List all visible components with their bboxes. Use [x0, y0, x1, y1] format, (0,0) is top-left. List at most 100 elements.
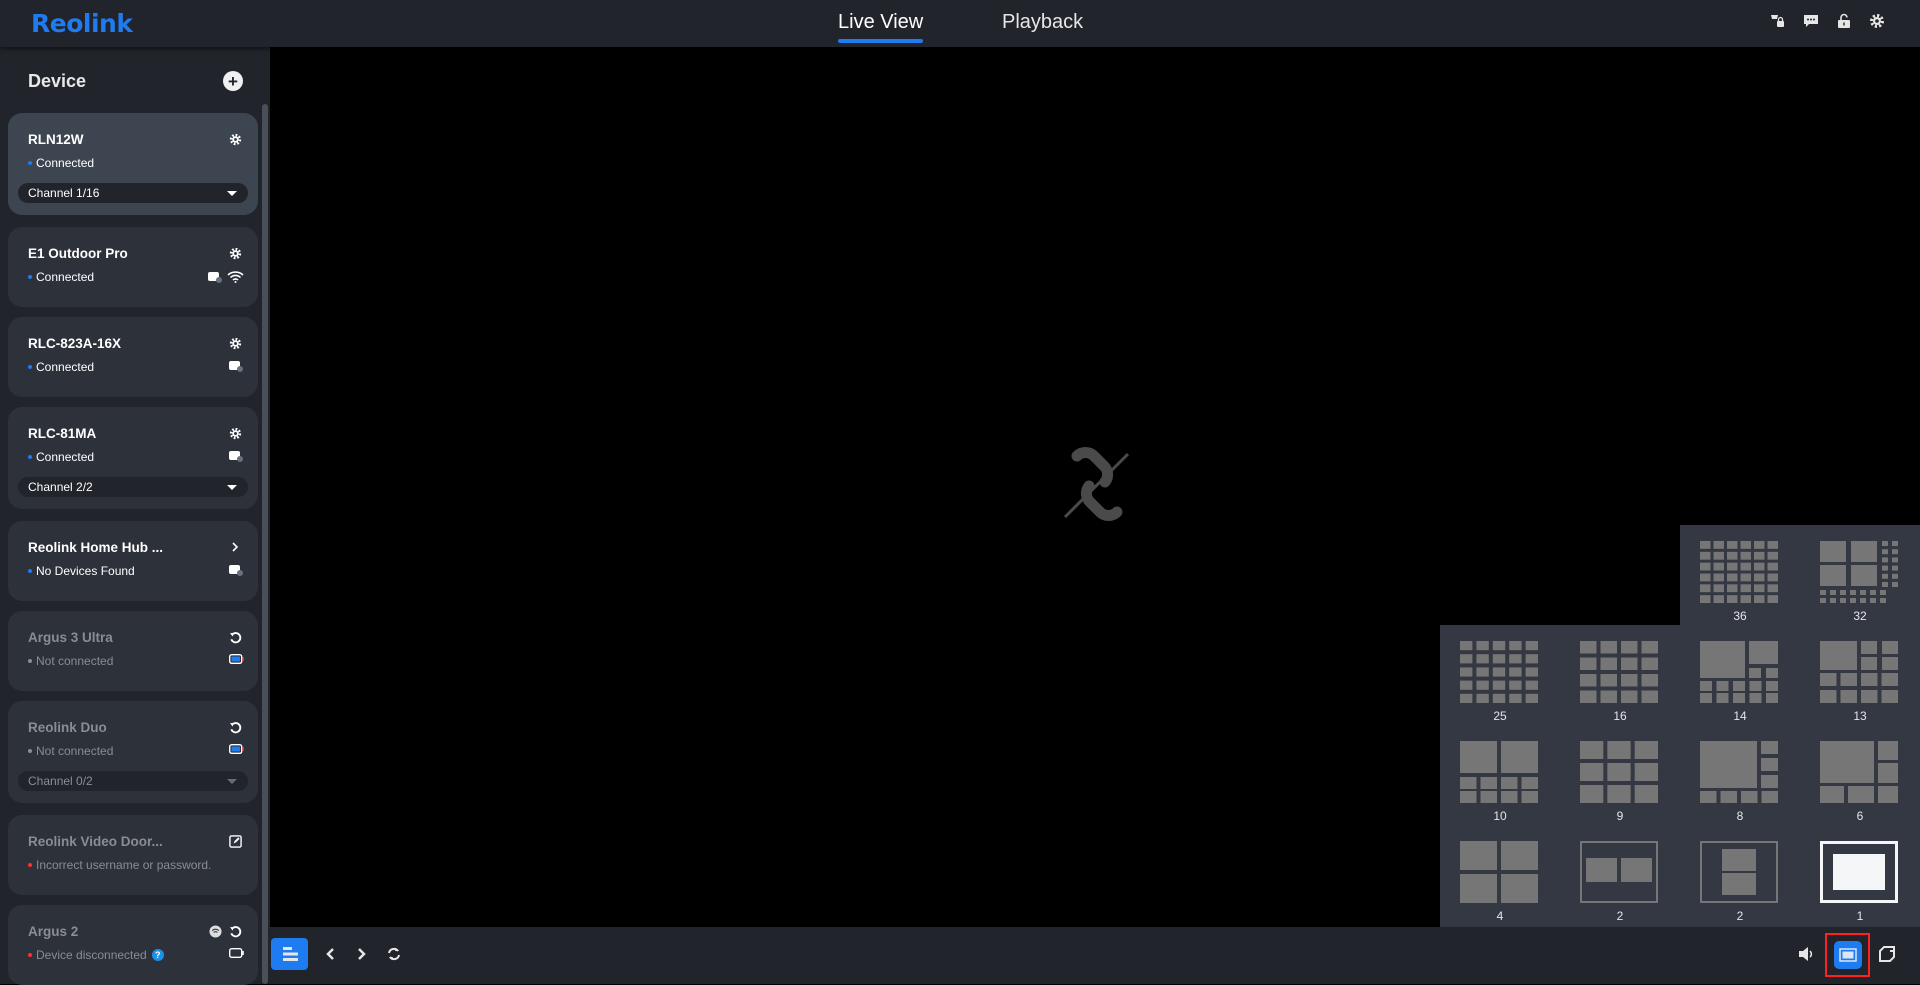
layout-option-label: 16: [1613, 709, 1627, 723]
help-icon[interactable]: ?: [151, 949, 164, 961]
settings-gear-icon[interactable]: [1868, 12, 1886, 30]
device-card-reolink-duo[interactable]: Reolink Duo Not connected Channel 0/2: [8, 701, 258, 803]
device-card-video-doorbell[interactable]: Reolink Video Door... Incorrect username…: [8, 815, 258, 895]
layout-grid-icon: [1820, 841, 1898, 903]
channel-select[interactable]: Channel 1/16: [18, 183, 248, 203]
device-status: Not connected: [28, 654, 113, 668]
layout-grid-icon: [1700, 641, 1778, 703]
next-icon[interactable]: [352, 944, 372, 964]
message-icon[interactable]: [1802, 12, 1820, 30]
rotate-icon[interactable]: [384, 944, 404, 964]
status-dot: [28, 863, 32, 867]
layout-grid-icon: [1700, 741, 1778, 803]
status-icons: [229, 948, 244, 958]
refresh-icon[interactable]: [228, 630, 242, 644]
layout-option-2-horizontal[interactable]: 2: [1560, 825, 1680, 925]
layout-option-label: 10: [1493, 809, 1507, 823]
layout-option-label: 25: [1493, 709, 1507, 723]
storage-icon: [208, 271, 222, 283]
layout-option-8[interactable]: 8: [1680, 725, 1800, 825]
status-icons: [229, 450, 244, 462]
translate-lock-icon[interactable]: [1769, 12, 1787, 30]
chevron-down-icon: [227, 485, 237, 490]
device-card-rlc-81ma[interactable]: RLC-81MA Connected Channel 2/2: [8, 407, 258, 509]
battery-empty-icon: [229, 948, 244, 958]
refresh-icon[interactable]: [228, 720, 242, 734]
layout-grid-icon: [1700, 841, 1778, 903]
gear-icon[interactable]: [228, 426, 242, 440]
layout-grid-icon: [1460, 841, 1538, 903]
storage-icon: [229, 565, 243, 576]
layout-grid-icon: [1580, 741, 1658, 803]
screen-layout-button[interactable]: [1825, 933, 1870, 977]
device-card-argus-2[interactable]: Argus 2 Device disconnected?: [8, 905, 258, 985]
status-icons: [229, 654, 244, 664]
gear-icon[interactable]: [228, 132, 242, 146]
chevron-right-icon[interactable]: [228, 540, 242, 554]
unlock-icon[interactable]: [1835, 12, 1853, 30]
device-name: RLC-823A-16X: [28, 336, 122, 351]
layout-option-25[interactable]: 25: [1440, 625, 1560, 725]
tab-playback[interactable]: Playback: [1002, 11, 1083, 34]
device-card-e1-outdoor-pro[interactable]: E1 Outdoor Pro Connected: [8, 227, 258, 307]
layout-option-2-vertical[interactable]: 2: [1680, 825, 1800, 925]
layout-option-9[interactable]: 9: [1560, 725, 1680, 825]
plus-circle-icon: +: [228, 71, 238, 91]
layout-option-13[interactable]: 13: [1800, 625, 1920, 725]
status-dot: [28, 275, 32, 279]
device-card-rln12w[interactable]: RLN12W Connected Channel 1/16: [8, 113, 258, 215]
device-status: Not connected: [28, 744, 113, 758]
reolink-logo: Reolink: [31, 9, 133, 38]
tab-live-view[interactable]: Live View: [838, 11, 923, 34]
status-dot: [28, 749, 32, 753]
layout-option-14[interactable]: 14: [1680, 625, 1800, 725]
device-status: Connected: [28, 360, 94, 374]
previous-icon[interactable]: [320, 944, 340, 964]
layout-option-32[interactable]: 32: [1800, 525, 1920, 625]
device-name: E1 Outdoor Pro: [28, 246, 128, 261]
wifi-badge-icon: [208, 924, 222, 938]
storage-icon: [229, 451, 243, 462]
fullscreen-icon[interactable]: [1877, 943, 1897, 965]
layout-option-4[interactable]: 4: [1440, 825, 1560, 925]
layout-option-10[interactable]: 10: [1440, 725, 1560, 825]
channel-select[interactable]: Channel 2/2: [18, 477, 248, 497]
device-status: Incorrect username or password.: [28, 858, 211, 872]
sidebar-scrollbar[interactable]: [262, 104, 268, 984]
layout-option-label: 6: [1856, 809, 1864, 823]
battery-icon: [229, 744, 244, 754]
add-device-button[interactable]: +: [223, 71, 243, 91]
device-status: Connected: [28, 270, 94, 284]
device-card-home-hub[interactable]: Reolink Home Hub ... No Devices Found: [8, 521, 258, 601]
device-status: No Devices Found: [28, 564, 135, 578]
edit-icon[interactable]: [228, 834, 242, 848]
layout-grid-icon: [1580, 841, 1658, 903]
device-card-argus-3-ultra[interactable]: Argus 3 Ultra Not connected: [8, 611, 258, 691]
device-list-toggle-icon[interactable]: [271, 938, 308, 970]
layout-option-label: 14: [1733, 709, 1747, 723]
screen-layout-icon: [1833, 941, 1862, 969]
refresh-icon[interactable]: [228, 924, 242, 938]
volume-icon[interactable]: [1797, 943, 1817, 965]
status-dot: [28, 953, 32, 957]
gear-icon[interactable]: [228, 246, 242, 260]
device-name: Argus 3 Ultra: [28, 630, 113, 645]
layout-option-16[interactable]: 16: [1560, 625, 1680, 725]
device-name: RLN12W: [28, 132, 84, 147]
layout-option-6[interactable]: 6: [1800, 725, 1920, 825]
device-name: RLC-81MA: [28, 426, 97, 441]
layout-option-36[interactable]: 36: [1680, 525, 1800, 625]
layout-option-label: 36: [1733, 609, 1747, 623]
layout-option-1[interactable]: 1: [1800, 825, 1920, 925]
layout-grid-icon: [1580, 641, 1658, 703]
device-sidebar: Device + RLN12W Connected Channel 1/16 E…: [0, 47, 270, 985]
gear-icon[interactable]: [228, 336, 242, 350]
channel-select[interactable]: Channel 0/2: [18, 771, 248, 791]
device-name: Reolink Home Hub ...: [28, 540, 164, 555]
status-dot: [28, 659, 32, 663]
layout-grid-icon: [1820, 541, 1898, 603]
device-name: Reolink Video Door...: [28, 834, 163, 849]
layout-grid-icon: [1700, 541, 1778, 603]
device-card-rlc-823a-16x[interactable]: RLC-823A-16X Connected: [8, 317, 258, 397]
device-name: Argus 2: [28, 924, 79, 939]
